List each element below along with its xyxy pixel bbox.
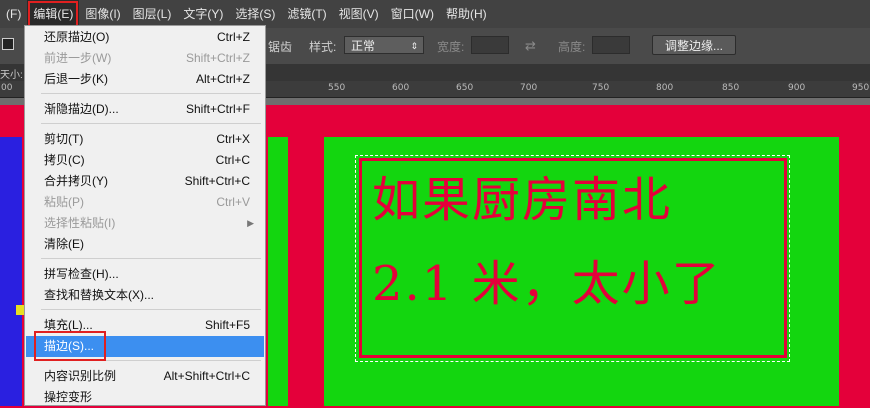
ruler-tick: 650 xyxy=(456,83,474,93)
menu-separator xyxy=(41,309,261,310)
canvas-yellow-mark xyxy=(16,305,24,315)
ruler-tick: 00 xyxy=(1,83,13,93)
canvas-green-strip xyxy=(268,137,288,406)
menu-item-step-forward[interactable]: 前进一步(W) Shift+Ctrl+Z xyxy=(26,48,264,69)
menu-item-copy[interactable]: 拷贝(C) Ctrl+C xyxy=(26,150,264,171)
menu-item-paste-special[interactable]: 选择性粘贴(I) ▶ xyxy=(26,213,264,234)
menu-edit[interactable]: 编辑(E) xyxy=(27,0,80,28)
ruler-tick: 550 xyxy=(328,83,346,93)
menu-item-check-spelling[interactable]: 拼写检查(H)... xyxy=(26,264,264,285)
menu-item-cut[interactable]: 剪切(T) Ctrl+X xyxy=(26,129,264,150)
menu-layer[interactable]: 图层(L) xyxy=(127,0,178,28)
canvas-blue-region xyxy=(0,137,22,406)
menu-bar: (F) 编辑(E) 图像(I) 图层(L) 文字(Y) 选择(S) 滤镜(T) … xyxy=(0,0,870,28)
highlight-annotation-box xyxy=(34,331,106,361)
menu-separator xyxy=(41,258,261,259)
canvas-text-line-1: 如果厨房南北 xyxy=(372,172,673,228)
chevron-updown-icon: ⇕ xyxy=(410,41,418,51)
height-input[interactable] xyxy=(592,36,630,54)
ruler-tick: 750 xyxy=(592,83,610,93)
style-select[interactable]: 正常 ⇕ xyxy=(344,36,424,54)
menu-window[interactable]: 窗口(W) xyxy=(385,0,440,28)
style-select-value: 正常 xyxy=(351,39,376,53)
anti-alias-label: 锯齿 xyxy=(268,40,293,54)
submenu-arrow-icon: ▶ xyxy=(247,218,254,228)
ruler-tick: 900 xyxy=(788,83,806,93)
document-tab[interactable]: 天小: xyxy=(0,66,23,81)
menu-type[interactable]: 文字(Y) xyxy=(177,0,229,28)
menu-help[interactable]: 帮助(H) xyxy=(440,0,493,28)
menu-select[interactable]: 选择(S) xyxy=(229,0,281,28)
refine-edge-button[interactable]: 调整边缘... xyxy=(652,35,736,55)
height-label: 高度: xyxy=(558,40,586,54)
ruler-tick: 950 xyxy=(852,83,870,93)
style-label: 样式: xyxy=(309,40,337,54)
menu-separator xyxy=(41,93,261,94)
tool-preset-icon[interactable] xyxy=(2,38,14,50)
menu-item-undo-stroke[interactable]: 还原描边(O) Ctrl+Z xyxy=(26,27,264,48)
swap-icon[interactable]: ⇄ xyxy=(525,38,536,54)
menu-file[interactable]: (F) xyxy=(0,0,27,28)
menu-filter[interactable]: 滤镜(T) xyxy=(281,0,332,28)
menu-item-copy-merged[interactable]: 合并拷贝(Y) Shift+Ctrl+C xyxy=(26,171,264,192)
menu-item-find-replace[interactable]: 查找和替换文本(X)... xyxy=(26,285,264,306)
ruler-tick: 600 xyxy=(392,83,410,93)
menu-separator xyxy=(41,123,261,124)
menu-view[interactable]: 视图(V) xyxy=(333,0,385,28)
menu-item-puppet-warp[interactable]: 操控变形 xyxy=(26,387,264,408)
ruler-tick: 850 xyxy=(722,83,740,93)
width-label: 宽度: xyxy=(437,40,465,54)
menu-item-fade-stroke[interactable]: 渐隐描边(D)... Shift+Ctrl+F xyxy=(26,99,264,120)
menu-item-paste[interactable]: 粘贴(P) Ctrl+V xyxy=(26,192,264,213)
menu-item-content-aware-scale[interactable]: 内容识别比例 Alt+Shift+Ctrl+C xyxy=(26,366,264,387)
menu-item-step-backward[interactable]: 后退一步(K) Alt+Ctrl+Z xyxy=(26,69,264,90)
width-input[interactable] xyxy=(471,36,509,54)
menu-image[interactable]: 图像(I) xyxy=(79,0,126,28)
ruler-tick: 800 xyxy=(656,83,674,93)
ruler-tick: 700 xyxy=(520,83,538,93)
menu-item-clear[interactable]: 清除(E) xyxy=(26,234,264,255)
canvas-text-line-2: 2.1 米，太小了 xyxy=(372,256,722,312)
